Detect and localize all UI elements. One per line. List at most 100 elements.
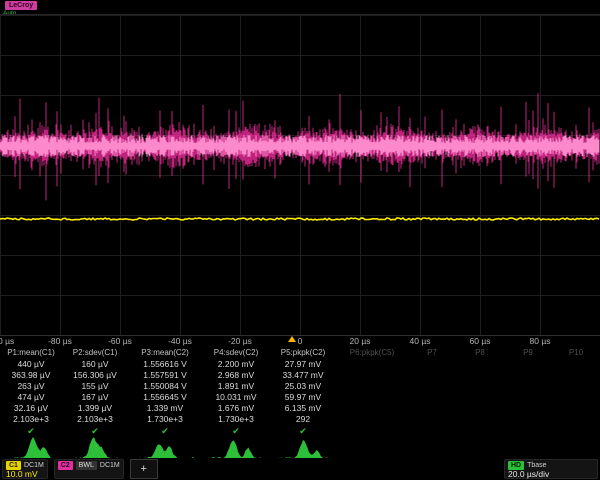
measurement-value — [456, 370, 504, 381]
oscilloscope-screen: LeCroy Auto -100 µs-80 µs-60 µs-40 µs-20… — [0, 0, 600, 480]
measurement-value: 1.556645 V — [128, 392, 202, 403]
measurement-header[interactable]: P10 — [552, 347, 600, 359]
add-trace-button[interactable]: + — [130, 459, 158, 479]
measurement-value — [408, 403, 456, 414]
measurement-value: 1.730e+3 — [128, 414, 202, 425]
measurement-value: 2.968 mV — [202, 370, 270, 381]
measurement-value: 2.200 mV — [202, 359, 270, 370]
measurement-value: 1.676 mV — [202, 403, 270, 414]
channel-c1-descriptor[interactable]: C1 DC1M 10.0 mV — [2, 459, 48, 479]
measurement-value — [552, 370, 600, 381]
measurement-value: 32.16 µV — [0, 403, 62, 414]
measurement-value — [552, 359, 600, 370]
measurement-value — [552, 381, 600, 392]
measurement-value — [504, 392, 552, 403]
measurement-value: 2.103e+3 — [0, 414, 62, 425]
measurement-header[interactable]: P8 — [456, 347, 504, 359]
measurement-value: 1.557591 V — [128, 370, 202, 381]
histicon[interactable] — [6, 436, 60, 460]
measurement-value — [552, 403, 600, 414]
time-axis-label: 20 µs — [350, 336, 371, 346]
measurement-value — [408, 392, 456, 403]
time-axis-label: 60 µs — [470, 336, 491, 346]
measurement-value — [408, 370, 456, 381]
measurement-value: 292 — [270, 414, 336, 425]
measurement-value: 1.556616 V — [128, 359, 202, 370]
measurement-value — [504, 414, 552, 425]
histicon-row — [0, 436, 600, 460]
measurement-value: 33.477 mV — [270, 370, 336, 381]
measurement-header[interactable]: P9 — [504, 347, 552, 359]
measurement-header[interactable]: P1:mean(C1) — [0, 347, 62, 359]
measurement-value — [336, 414, 408, 425]
measurement-value: 10.031 mV — [202, 392, 270, 403]
descriptor-bar: C1 DC1M 10.0 mV C2 BWL DC1M + HD Tbase 2… — [0, 458, 600, 480]
measurement-value: 156.306 µV — [62, 370, 128, 381]
time-axis-label: -60 µs — [108, 336, 132, 346]
measurement-value: 167 µV — [62, 392, 128, 403]
measurement-value — [336, 381, 408, 392]
measurement-value — [408, 414, 456, 425]
measurement-value — [336, 392, 408, 403]
measurement-value: 1.891 mV — [202, 381, 270, 392]
measurement-value — [456, 359, 504, 370]
measurement-value: 155 µV — [62, 381, 128, 392]
measurement-value — [336, 359, 408, 370]
measurement-value: 1.399 µV — [62, 403, 128, 414]
time-axis-label: -100 µs — [0, 336, 14, 346]
measurement-value — [552, 392, 600, 403]
measurement-value — [456, 381, 504, 392]
measurement-header[interactable]: P5:pkpk(C2) — [270, 347, 336, 359]
tbase-scale: 20.0 µs/div — [508, 470, 594, 479]
measurement-value — [456, 392, 504, 403]
measurement-value: 1.730e+3 — [202, 414, 270, 425]
measurement-value: 440 µV — [0, 359, 62, 370]
measurement-header[interactable]: P7 — [408, 347, 456, 359]
c2-coupling-label: DC1M — [100, 461, 120, 470]
measurement-value — [504, 381, 552, 392]
c2-bwl-chip: BWL — [76, 461, 97, 470]
measurement-header[interactable]: P3:mean(C2) — [128, 347, 202, 359]
measurement-value — [336, 403, 408, 414]
measurement-value — [336, 370, 408, 381]
lecroy-logo[interactable]: LeCroy — [5, 1, 37, 10]
measurement-header[interactable]: P6:pkpk(C5) — [336, 347, 408, 359]
measurement-value: 27.97 mV — [270, 359, 336, 370]
measurement-value: 1.550084 V — [128, 381, 202, 392]
measurement-value — [504, 370, 552, 381]
time-axis-label: -20 µs — [228, 336, 252, 346]
measurement-value — [504, 359, 552, 370]
measurement-value — [456, 414, 504, 425]
measurement-value: 160 µV — [62, 359, 128, 370]
measurement-value: 263 µV — [0, 381, 62, 392]
measurement-table[interactable]: P1:mean(C1)P2:sdev(C1)P3:mean(C2)P4:sdev… — [0, 347, 600, 437]
measurement-header[interactable]: P4:sdev(C2) — [202, 347, 270, 359]
measurement-value: 2.103e+3 — [62, 414, 128, 425]
measurement-value: 6.135 mV — [270, 403, 336, 414]
measurement-value: 1.339 mV — [128, 403, 202, 414]
histicon[interactable] — [276, 436, 330, 460]
timebase-descriptor[interactable]: HD Tbase 20.0 µs/div — [504, 459, 598, 479]
histicon[interactable] — [140, 436, 194, 460]
trigger-time-marker[interactable] — [288, 336, 296, 342]
time-axis-label: 40 µs — [410, 336, 431, 346]
waveform-display[interactable] — [0, 15, 600, 335]
measurement-value: 474 µV — [0, 392, 62, 403]
measurement-value: 25.03 mV — [270, 381, 336, 392]
measurement-value — [408, 381, 456, 392]
measurement-value — [408, 359, 456, 370]
time-axis-label: 80 µs — [530, 336, 551, 346]
measurement-value: 363.98 µV — [0, 370, 62, 381]
c1-volts-per-div: 10.0 mV — [6, 470, 44, 479]
measurement-value — [552, 414, 600, 425]
waveform-grid[interactable] — [0, 14, 600, 336]
measurement-value — [456, 403, 504, 414]
time-axis-label: -40 µs — [168, 336, 192, 346]
channel-c2-descriptor[interactable]: C2 BWL DC1M — [54, 459, 124, 479]
histicon[interactable] — [70, 436, 124, 460]
measurement-value: 59.97 mV — [270, 392, 336, 403]
histicon[interactable] — [208, 436, 262, 460]
time-axis-label: -80 µs — [48, 336, 72, 346]
time-axis-label: 0 — [298, 336, 303, 346]
measurement-header[interactable]: P2:sdev(C1) — [62, 347, 128, 359]
